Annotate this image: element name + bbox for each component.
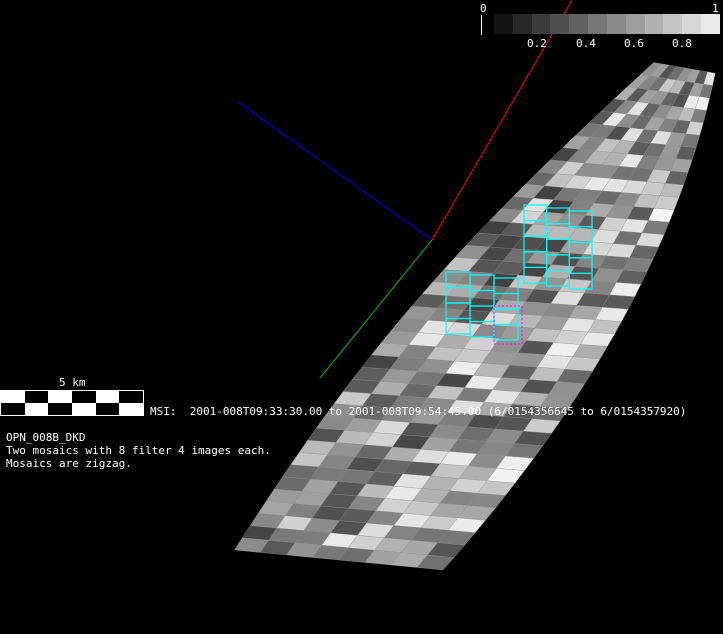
scale-bar-cell [95, 403, 120, 415]
colorbar-segment [682, 14, 702, 34]
observation-note: Mosaics are zigzag. [6, 457, 132, 470]
scale-bar-cell [1, 403, 25, 415]
colorbar-min-tick [481, 15, 482, 35]
colorbar-min-label: 0 [480, 2, 487, 15]
scale-bar-cell [119, 391, 143, 403]
scale-bar-cell [24, 391, 49, 403]
colorbar-segment [625, 14, 645, 34]
scale-bar-cell [95, 391, 120, 403]
colorbar-segment [701, 14, 720, 34]
msi-time-range: MSI: 2001-008T09:33:30.00 to 2001-008T09… [150, 405, 687, 418]
colorbar [494, 14, 720, 34]
colorbar-segment [644, 14, 664, 34]
colorbar-segment [512, 14, 532, 34]
3d-viewport[interactable]: 0 0.2 0.4 0.6 0.8 1 5 km MSI: 2001-008T0… [0, 0, 723, 634]
colorbar-segment [569, 14, 589, 34]
observation-note: Two mosaics with 8 filter 4 images each. [6, 444, 271, 457]
colorbar-segment [588, 14, 607, 34]
colorbar-tick: 0.8 [672, 37, 692, 50]
colorbar-tick: 0.4 [576, 37, 596, 50]
scale-bar-cell [48, 391, 72, 403]
colorbar-segment [606, 14, 626, 34]
observation-id: OPN_008B_DKD [6, 431, 86, 444]
scale-bar-cell [71, 391, 96, 403]
asteroid-shape-model [234, 62, 716, 571]
z-axis-line [237, 101, 433, 241]
scale-bar [0, 390, 144, 416]
colorbar-segment [663, 14, 683, 34]
scale-bar-cell [1, 391, 25, 403]
scale-bar-cell [24, 403, 49, 415]
scale-bar-cell [71, 403, 96, 415]
colorbar-segment [494, 14, 513, 34]
colorbar-segment [550, 14, 570, 34]
asteroid-scene[interactable] [0, 0, 723, 634]
colorbar-tick: 0.2 [527, 37, 547, 50]
scale-bar-cell [48, 403, 72, 415]
scale-bar-label: 5 km [59, 376, 86, 389]
scale-bar-cell [119, 403, 143, 415]
colorbar-segment [531, 14, 551, 34]
colorbar-tick: 0.6 [624, 37, 644, 50]
colorbar-max-label: 1 [712, 2, 719, 15]
